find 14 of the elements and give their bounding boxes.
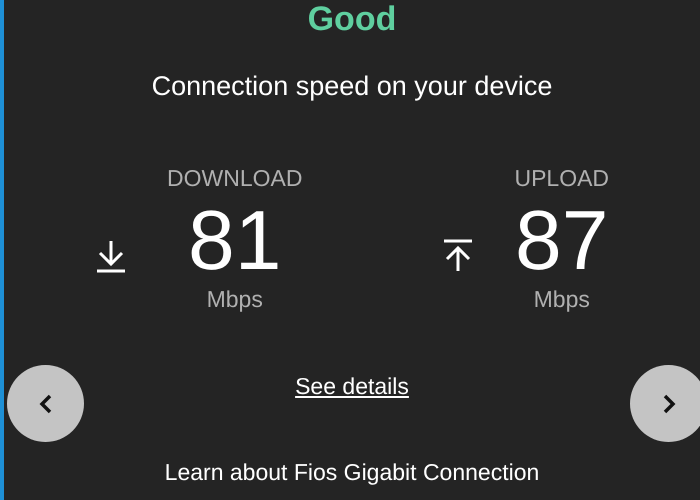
download-icon xyxy=(95,238,127,272)
upload-icon xyxy=(442,238,474,272)
speed-label: DOWNLOAD xyxy=(167,166,302,190)
footer-link[interactable]: Learn about Fios Gigabit Connection xyxy=(164,455,540,490)
subtitle: Connection speed on your device xyxy=(152,70,552,103)
speed-label: UPLOAD xyxy=(514,166,610,190)
speed-value: 81 xyxy=(188,198,282,282)
speed-value: 87 xyxy=(515,198,608,282)
speed-unit: Mbps xyxy=(206,288,263,310)
chevron-right-icon xyxy=(662,394,676,414)
speed-unit: Mbps xyxy=(534,288,590,310)
rating-text: Good xyxy=(308,2,396,36)
chevron-left-icon xyxy=(38,394,52,414)
see-details-link[interactable]: See details xyxy=(295,368,409,403)
